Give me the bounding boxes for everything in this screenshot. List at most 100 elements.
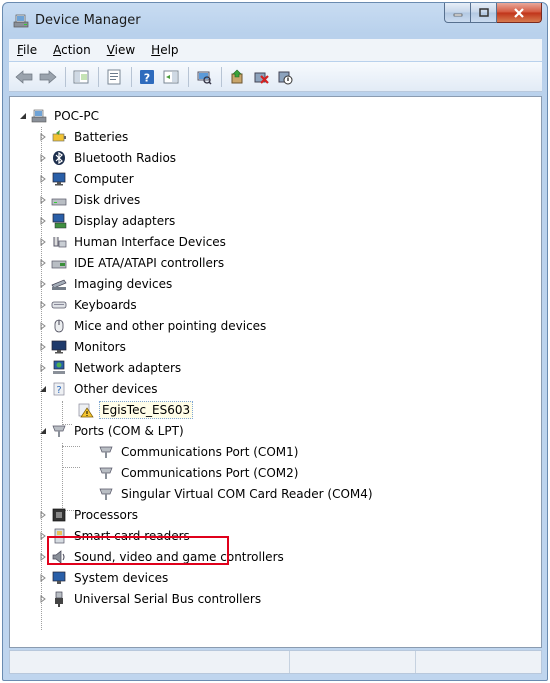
tree-label-usb: Universal Serial Bus controllers <box>74 591 262 606</box>
show-hide-tree-button[interactable] <box>70 66 92 88</box>
tree-label-processors: Processors <box>74 507 139 522</box>
expand-arrow-icon[interactable] <box>38 174 47 183</box>
expand-arrow-icon[interactable] <box>38 132 47 141</box>
tree-label-other-devices: Other devices <box>74 381 158 396</box>
expand-arrow-icon[interactable] <box>38 510 47 519</box>
title-bar[interactable]: Device Manager <box>3 3 547 37</box>
tree-label-hid: Human Interface Devices <box>74 234 226 249</box>
toolbar-separator <box>98 66 99 87</box>
port-connector-icon <box>52 425 66 437</box>
back-arrow-icon <box>15 69 33 84</box>
tree-item-com4[interactable]: Singular Virtual COM Card Reader (COM4) <box>98 483 375 504</box>
tree-item-display-adapters[interactable]: Display adapters <box>38 210 177 231</box>
expand-arrow-icon[interactable] <box>38 279 47 288</box>
tree-item-com1[interactable]: Communications Port (COM1) <box>98 441 300 462</box>
tree-label-root: POC-PC <box>54 108 100 123</box>
tree-item-batteries[interactable]: Batteries <box>38 126 130 147</box>
menu-help-label: elp <box>160 43 179 57</box>
close-icon <box>514 7 524 18</box>
svg-text:?: ? <box>56 385 61 396</box>
tree-label-batteries: Batteries <box>74 129 129 144</box>
tree-item-com2[interactable]: Communications Port (COM2) <box>98 462 300 483</box>
tree-label-com4: Singular Virtual COM Card Reader (COM4) <box>121 486 373 501</box>
expand-arrow-icon[interactable] <box>38 573 47 582</box>
maximize-icon <box>478 8 489 17</box>
toolbar-separator <box>131 66 132 87</box>
expand-arrow-icon[interactable] <box>38 258 47 267</box>
expand-arrow-icon[interactable] <box>38 594 47 603</box>
tree-item-mice[interactable]: Mice and other pointing devices <box>38 315 268 336</box>
tree-item-processors[interactable]: Processors <box>38 504 140 525</box>
update-driver-icon <box>231 69 243 83</box>
tree-item-monitors[interactable]: Monitors <box>38 336 128 357</box>
menu-action-label: ction <box>61 43 91 57</box>
tree-label-disk-drives: Disk drives <box>74 192 141 207</box>
disable-icon <box>278 71 293 84</box>
close-button[interactable] <box>497 3 542 23</box>
expand-arrow-icon[interactable] <box>38 342 47 351</box>
menu-action[interactable]: Action <box>45 40 99 60</box>
show-hide-console-tree-icon <box>73 70 89 83</box>
collapse-arrow-icon[interactable] <box>18 111 27 120</box>
display-adapter-icon <box>52 213 67 228</box>
action-pane-button[interactable] <box>160 66 182 88</box>
tree-item-hid[interactable]: Human Interface Devices <box>38 231 228 252</box>
expand-arrow-icon[interactable] <box>38 531 47 540</box>
menu-file[interactable]: File <box>9 40 45 60</box>
maximize-button[interactable] <box>471 3 497 23</box>
tree-item-bluetooth[interactable]: Bluetooth Radios <box>38 147 178 168</box>
properties-button[interactable] <box>103 66 125 88</box>
tree-item-keyboards[interactable]: Keyboards <box>38 294 139 315</box>
minimize-button[interactable] <box>444 3 471 23</box>
system-devices-icon <box>52 571 66 584</box>
tree-item-system[interactable]: System devices <box>38 567 170 588</box>
menu-view[interactable]: View <box>99 40 143 60</box>
tree-label-imaging: Imaging devices <box>74 276 173 291</box>
disk-drive-icon <box>51 198 67 205</box>
collapse-arrow-icon[interactable] <box>38 426 47 435</box>
scan-hardware-button[interactable] <box>193 66 215 88</box>
caption-buttons <box>444 3 542 23</box>
forward-button[interactable] <box>37 66 59 88</box>
tree-item-other-devices[interactable]: ? Other devices <box>38 378 160 399</box>
tree-item-ide[interactable]: IDE ATA/ATAPI controllers <box>38 252 226 273</box>
tree-label-bluetooth: Bluetooth Radios <box>74 150 177 165</box>
tree-label-ports: Ports (COM & LPT) <box>74 423 184 438</box>
uninstall-button[interactable] <box>250 66 272 88</box>
network-adapter-icon <box>53 360 65 374</box>
collapse-arrow-icon[interactable] <box>38 384 47 393</box>
update-driver-button[interactable] <box>226 66 248 88</box>
port-connector-icon <box>99 467 113 479</box>
disable-button[interactable] <box>274 66 296 88</box>
window-title: Device Manager <box>35 13 141 28</box>
expand-arrow-icon[interactable] <box>38 195 47 204</box>
expand-arrow-icon[interactable] <box>38 237 47 246</box>
tree-label-com2: Communications Port (COM2) <box>121 465 299 480</box>
expand-arrow-icon[interactable] <box>38 216 47 225</box>
tree-connector <box>62 443 63 510</box>
tree-label-egistec: EgisTec_ES603 <box>99 400 194 419</box>
monitor-icon <box>51 340 67 353</box>
ide-controller-icon <box>51 260 67 268</box>
expand-arrow-icon[interactable] <box>38 153 47 162</box>
tree-item-egistec[interactable]: EgisTec_ES603 <box>78 399 194 420</box>
expand-arrow-icon[interactable] <box>38 300 47 309</box>
tree-item-root[interactable]: POC-PC <box>18 105 101 126</box>
help-button[interactable]: ? <box>136 66 158 88</box>
device-tree-pane[interactable]: POC-PC Batteries Bluetooth Radios Comput… <box>9 96 542 648</box>
tree-item-computer[interactable]: Computer <box>38 168 136 189</box>
minimize-icon <box>453 13 462 16</box>
tree-item-network[interactable]: Network adapters <box>38 357 183 378</box>
expand-arrow-icon[interactable] <box>38 321 47 330</box>
toolbar-separator <box>65 66 66 87</box>
hid-icon <box>53 236 67 247</box>
tree-item-ports[interactable]: Ports (COM & LPT) <box>38 420 186 441</box>
back-button[interactable] <box>13 66 35 88</box>
expand-arrow-icon[interactable] <box>38 552 47 561</box>
tree-item-usb[interactable]: Universal Serial Bus controllers <box>38 588 263 609</box>
tree-item-imaging[interactable]: Imaging devices <box>38 273 174 294</box>
menu-help[interactable]: Help <box>143 40 186 60</box>
port-connector-icon <box>99 488 113 500</box>
tree-item-disk-drives[interactable]: Disk drives <box>38 189 142 210</box>
expand-arrow-icon[interactable] <box>38 363 47 372</box>
